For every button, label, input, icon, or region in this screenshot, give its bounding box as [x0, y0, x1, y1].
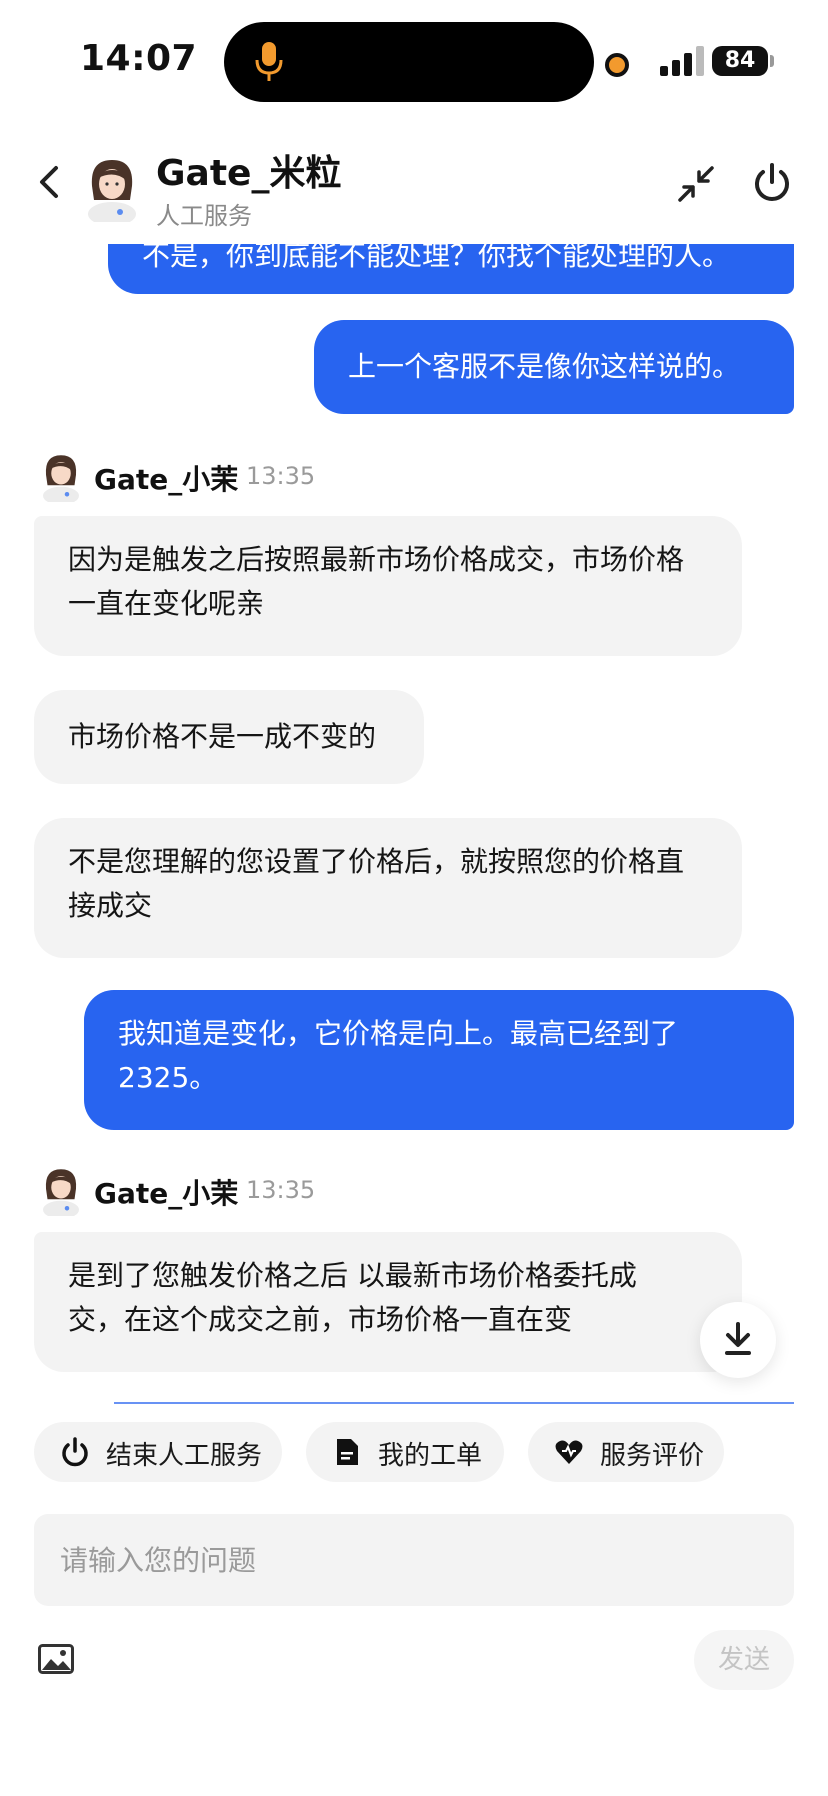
- my-tickets-label: 我的工单: [378, 1441, 483, 1471]
- user-message: 我知道是变化，它价格是向上。最高已经到了2325。: [84, 990, 794, 1130]
- power-icon: [62, 1437, 88, 1467]
- minimize-icon[interactable]: [678, 166, 714, 202]
- status-bar: 14:07 84: [0, 0, 828, 118]
- my-tickets-button[interactable]: 我的工单: [306, 1422, 504, 1482]
- agent-message: 因为是触发之后按照最新市场价格成交，市场价格一直在变化呢亲: [34, 516, 742, 656]
- sender-name: Gate_小茉: [94, 1177, 239, 1210]
- agent-message: 市场价格不是一成不变的: [34, 690, 424, 784]
- chat-messages[interactable]: 不是，你到底能不能处理？你找个能处理的人。 上一个客服不是像你这样说的。 Gat…: [0, 244, 828, 1406]
- cellular-signal-icon: [660, 44, 706, 76]
- user-message: 不是，你到底能不能处理？你找个能处理的人。: [108, 244, 794, 294]
- agent-avatar: [43, 455, 79, 502]
- send-button[interactable]: 发送: [694, 1630, 794, 1690]
- battery-level: 84: [712, 46, 768, 76]
- download-icon: [725, 1322, 751, 1355]
- rate-service-label: 服务评价: [600, 1441, 705, 1471]
- agent-name: Gate_米粒: [156, 153, 342, 194]
- agent-message: 是到了您触发价格之后 以最新市场价格委托成交，在这个成交之前，市场价格一直在变: [34, 1232, 742, 1372]
- heart-rating-icon: [555, 1440, 583, 1464]
- scroll-to-bottom-button[interactable]: [700, 1302, 776, 1378]
- message-time: 13:35: [246, 1176, 316, 1204]
- battery-tip: [770, 55, 774, 67]
- message-input[interactable]: [34, 1514, 794, 1606]
- agent-avatar: [43, 1169, 79, 1216]
- chat-header: Gate_米粒 人工服务: [0, 118, 828, 244]
- user-message: 上一个客服不是像你这样说的。: [314, 320, 794, 414]
- recording-indicator: [605, 53, 629, 77]
- rate-service-button[interactable]: 服务评价: [528, 1422, 724, 1482]
- end-service-button[interactable]: 结束人工服务: [34, 1422, 282, 1482]
- agent-message: 不是您理解的您设置了价格后，就按照您的价格直接成交: [34, 818, 742, 958]
- back-arrow-icon[interactable]: [34, 162, 64, 202]
- status-time: 14:07: [80, 38, 198, 79]
- dynamic-island: [224, 22, 594, 102]
- agent-subtitle: 人工服务: [156, 202, 252, 230]
- image-icon[interactable]: [38, 1644, 74, 1674]
- divider: [114, 1402, 794, 1404]
- end-service-label: 结束人工服务: [106, 1441, 263, 1471]
- agent-avatar: [88, 160, 136, 222]
- power-icon[interactable]: [752, 162, 792, 204]
- microphone-icon: [255, 42, 283, 81]
- sender-name: Gate_小茉: [94, 463, 239, 496]
- message-time: 13:35: [246, 462, 316, 490]
- document-icon: [337, 1439, 358, 1465]
